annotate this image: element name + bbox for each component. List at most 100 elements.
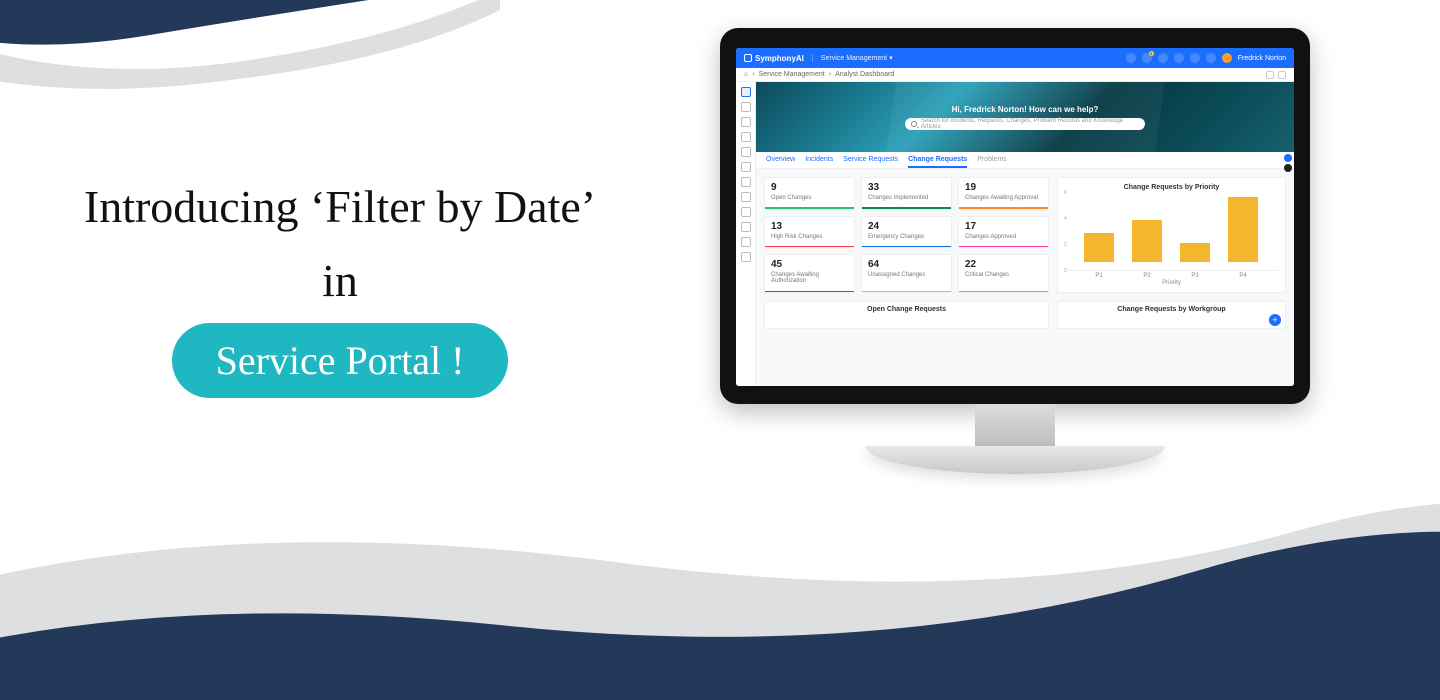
decorative-wave-bottom (0, 440, 1440, 700)
stat-label: Unassigned Changes (868, 272, 945, 278)
app-topbar: SymphonyAI Service Management ▾ 2 Fredri… (736, 48, 1294, 68)
avatar[interactable] (1222, 53, 1232, 63)
bar[interactable] (1228, 197, 1258, 262)
screen-body: Hi, Fredrick Norton! How can we help? Se… (736, 82, 1294, 386)
stat-card[interactable]: 17Changes Approved (958, 216, 1049, 249)
stat-card[interactable]: 9Open Changes (764, 177, 855, 210)
chart-priority: Change Requests by Priority 6420 P1P2P3P… (1057, 177, 1286, 293)
sidebar-item-assets[interactable] (741, 177, 751, 187)
xtick: P4 (1228, 273, 1258, 279)
chart-xaxis: P1P2P3P4 (1064, 271, 1279, 279)
breadcrumb: ⌂ › Service Management › Analyst Dashboa… (736, 68, 1294, 82)
headline-line1: Introducing ‘Filter by Date’ (84, 181, 596, 232)
sidebar-item-reports[interactable] (741, 222, 751, 232)
chevron-down-icon: ▾ (889, 54, 893, 62)
sidebar-item-changes[interactable] (741, 132, 751, 142)
stat-number: 24 (868, 221, 945, 232)
headline-block: Introducing ‘Filter by Date’ in Service … (0, 170, 680, 398)
quick-action-2[interactable] (1284, 164, 1292, 172)
stat-number: 22 (965, 259, 1042, 270)
stat-label: Emergency Changes (868, 234, 945, 240)
sidebar-item-problems[interactable] (741, 147, 751, 157)
crumb-level1[interactable]: Service Management (759, 71, 825, 78)
tab-problems[interactable]: Problems (977, 156, 1007, 168)
stat-card[interactable]: 45Changes Awaiting Authorization (764, 254, 855, 293)
stat-accent (862, 207, 951, 209)
stat-number: 13 (771, 221, 848, 232)
stat-card[interactable]: 33Changes Implemented (861, 177, 952, 210)
open-changes-title: Open Change Requests (867, 306, 946, 313)
stat-label: Changes Awaiting Approval (965, 195, 1042, 201)
tab-change-requests[interactable]: Change Requests (908, 156, 967, 168)
tab-overview[interactable]: Overview (766, 156, 795, 168)
tab-incidents[interactable]: Incidents (805, 156, 833, 168)
hero-title: Hi, Fredrick Norton! How can we help? (952, 105, 1099, 114)
sidebar-item-more[interactable] (741, 252, 751, 262)
sidebar-item-requests[interactable] (741, 117, 751, 127)
stat-label: Changes Approved (965, 234, 1042, 240)
stat-label: High Risk Changes (771, 234, 848, 240)
xtick: P1 (1084, 273, 1114, 279)
stat-accent (862, 246, 951, 248)
chart-title: Change Requests by Priority (1064, 184, 1279, 191)
fab-add-button[interactable]: + (1269, 314, 1281, 326)
stat-accent (959, 291, 1048, 293)
sidebar-item-incidents[interactable] (741, 102, 751, 112)
xtick: P3 (1180, 273, 1210, 279)
search-input[interactable]: Search for Incidents, Requests, Changes,… (905, 118, 1145, 130)
brand-icon (744, 54, 752, 62)
brand-text: SymphonyAI (755, 54, 804, 63)
search-icon (911, 121, 917, 127)
stat-card[interactable]: 13 High Risk Changes (764, 216, 855, 249)
stat-card[interactable]: 64 Unassigned Changes (861, 254, 952, 293)
stat-label: Open Changes (771, 195, 848, 201)
sidebar-item-dashboard[interactable] (741, 87, 751, 97)
stat-card[interactable]: 19 Changes Awaiting Approval (958, 177, 1049, 210)
sidebar-item-calendar[interactable] (741, 237, 751, 247)
alerts-icon[interactable] (1158, 53, 1168, 63)
sidebar-item-users[interactable] (741, 207, 751, 217)
stat-accent (862, 291, 951, 293)
stat-label: Changes Implemented (868, 195, 945, 201)
stat-card[interactable]: 24 Emergency Changes (861, 216, 952, 249)
stat-accent (959, 246, 1048, 248)
app-name: Service Management (821, 55, 887, 62)
stat-number: 64 (868, 259, 945, 270)
dashboard-tabs: Overview Incidents Service Requests Chan… (756, 152, 1294, 169)
filter-icon[interactable] (1266, 71, 1274, 79)
floating-quick-actions (1284, 154, 1292, 172)
bar[interactable] (1180, 243, 1210, 263)
stat-number: 45 (771, 259, 848, 270)
app-switcher[interactable]: Service Management ▾ (812, 54, 893, 62)
settings-icon[interactable] (1206, 53, 1216, 63)
chat-icon[interactable] (1126, 53, 1136, 63)
open-changes-panel: Open Change Requests (764, 301, 1049, 329)
tab-service-requests[interactable]: Service Requests (843, 156, 898, 168)
stat-accent (765, 207, 854, 209)
stat-number: 19 (965, 182, 1042, 193)
bar[interactable] (1084, 233, 1114, 262)
user-name[interactable]: Fredrick Norton (1238, 55, 1286, 62)
apps-icon[interactable] (1174, 53, 1184, 63)
refresh-icon[interactable] (1278, 71, 1286, 79)
stat-accent (765, 291, 854, 293)
decorative-wave-top (0, 0, 500, 120)
hero-banner: Hi, Fredrick Norton! How can we help? Se… (756, 82, 1294, 152)
notification-badge: 2 (1149, 51, 1154, 56)
sidebar-item-knowledge[interactable] (741, 162, 751, 172)
quick-action-1[interactable] (1284, 154, 1292, 162)
dashboard-row1: 9Open Changes33Changes Implemented 19 Chan… (756, 169, 1294, 301)
app-screen: SymphonyAI Service Management ▾ 2 Fredri… (736, 48, 1294, 386)
stat-card[interactable]: 22 Critical Changes (958, 254, 1049, 293)
bar[interactable] (1132, 220, 1162, 262)
headline-pill: Service Portal ! (172, 323, 509, 398)
monitor-bezel: SymphonyAI Service Management ▾ 2 Fredri… (720, 28, 1310, 404)
stat-label: Critical Changes (965, 272, 1042, 278)
home-icon[interactable]: ⌂ (744, 71, 748, 78)
dashboard-row2: Open Change Requests Change Requests by … (756, 301, 1294, 337)
sidebar-item-tasks[interactable] (741, 192, 751, 202)
left-sidebar (736, 82, 756, 386)
notifications-icon[interactable]: 2 (1142, 53, 1152, 63)
topbar-right: 2 Fredrick Norton (1126, 53, 1286, 63)
help-icon[interactable] (1190, 53, 1200, 63)
